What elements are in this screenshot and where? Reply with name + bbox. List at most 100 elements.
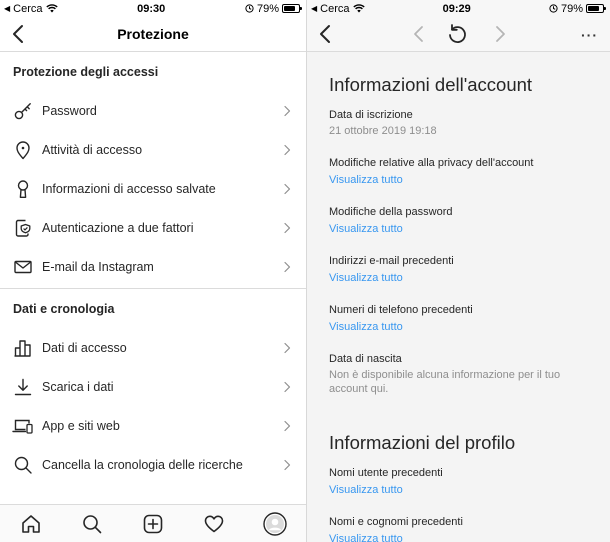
chevron-right-icon [282, 381, 292, 393]
settings-row-label: Attività di accesso [42, 142, 143, 157]
chevron-right-icon [282, 261, 292, 273]
settings-row[interactable]: Scarica i dati [0, 367, 306, 406]
settings-row-label: E-mail da Instagram [42, 259, 154, 274]
back-chevron-icon[interactable] [8, 23, 30, 45]
search-icon[interactable] [79, 511, 105, 537]
info-block: Indirizzi e-mail precedenti Visualizza tu… [329, 254, 590, 285]
settings-row-label: Cancella la cronologia delle ricerche [42, 457, 243, 472]
view-all-link[interactable]: Visualizza tutto [329, 173, 590, 187]
info-label: Numeri di telefono precedenti [329, 304, 473, 316]
view-all-link[interactable]: Visualizza tutto [329, 532, 590, 542]
info-label: Modifiche della password [329, 206, 453, 218]
chevron-right-icon [282, 342, 292, 354]
battery-icon [585, 4, 606, 13]
account-info-list: Data di iscrizione 21 ottobre 2019 19:18 M… [329, 108, 590, 396]
heart-icon[interactable] [201, 511, 227, 537]
browser-back-icon[interactable] [409, 24, 429, 44]
browser-toolbar: ··· [307, 17, 610, 52]
battery-percent: 79% [256, 2, 279, 15]
info-block: Modifiche della password Visualizza tutto [329, 205, 590, 236]
info-label: Nomi utente precedenti [329, 467, 443, 479]
tab-bar [0, 504, 306, 542]
profile-info-list: Nomi utente precedenti Visualizza tutto No… [329, 466, 590, 542]
info-block: Nomi utente precedenti Visualizza tutto [329, 466, 590, 497]
info-value: 21 ottobre 2019 19:18 [329, 125, 437, 137]
carrier-label: Cerca [13, 2, 43, 15]
chevron-right-icon [282, 105, 292, 117]
back-chevron-icon[interactable] [315, 23, 337, 45]
location-pin-icon [12, 139, 34, 161]
settings-row-label: App e siti web [42, 418, 120, 433]
view-all-link[interactable]: Visualizza tutto [329, 222, 590, 236]
envelope-icon [12, 256, 34, 278]
laptop-phone-icon [12, 415, 34, 437]
location-lock-icon [549, 4, 558, 13]
settings-row[interactable]: Cancella la cronologia delle ricerche [0, 445, 306, 484]
more-options-icon[interactable]: ··· [581, 27, 598, 43]
settings-row-label: Informazioni di accesso salvate [42, 181, 216, 196]
status-right: 79% [549, 2, 606, 15]
status-bar: ◀ Cerca 09:29 79% [307, 0, 610, 17]
info-block: Nomi e cognomi precedenti Visualizza tutt… [329, 515, 590, 542]
search-icon [12, 454, 34, 476]
back-to-app-arrow-icon[interactable]: ◀ [311, 4, 317, 13]
status-bar: ◀ Cerca 09:30 79% [0, 0, 306, 17]
chevron-right-icon [282, 144, 292, 156]
download-icon [12, 376, 34, 398]
nav-bar: Protezione [0, 17, 306, 52]
info-block: Numeri di telefono precedenti Visualizza … [329, 303, 590, 334]
wifi-icon [352, 4, 365, 13]
keyhole-icon [12, 178, 34, 200]
settings-row[interactable]: Autenticazione a due fattori [0, 208, 306, 247]
security-settings-screen: ◀ Cerca 09:30 79% Protezione Protezione … [0, 0, 306, 542]
reload-icon[interactable] [445, 22, 469, 46]
chevron-right-icon [282, 420, 292, 432]
back-to-app-arrow-icon[interactable]: ◀ [4, 4, 10, 13]
phone-shield-icon [12, 217, 34, 239]
key-icon [12, 100, 34, 122]
browser-forward-icon[interactable] [490, 24, 510, 44]
profile-info-heading: Informazioni del profilo [329, 432, 516, 453]
view-all-link[interactable]: Visualizza tutto [329, 483, 590, 497]
info-block: Data di iscrizione 21 ottobre 2019 19:18 [329, 108, 590, 138]
page-title: Protezione [117, 26, 189, 42]
info-label: Indirizzi e-mail precedenti [329, 255, 454, 267]
location-lock-icon [245, 4, 254, 13]
profile-avatar[interactable] [262, 511, 288, 537]
chevron-right-icon [282, 459, 292, 471]
status-right: 79% [245, 2, 302, 15]
clock: 09:30 [137, 2, 166, 15]
info-block: Data di nascita Non è disponibile alcuna … [329, 352, 590, 396]
home-icon[interactable] [18, 511, 44, 537]
view-all-link[interactable]: Visualizza tutto [329, 320, 590, 334]
settings-row-label: Dati di accesso [42, 340, 127, 355]
bar-chart-icon [12, 337, 34, 359]
settings-row[interactable]: Attività di accesso [0, 130, 306, 169]
wifi-icon [45, 4, 58, 13]
carrier-label: Cerca [320, 2, 350, 15]
settings-row[interactable]: Dati di accesso [0, 328, 306, 367]
settings-row[interactable]: Password [0, 91, 306, 130]
settings-list: Protezione degli accessi Password Attività… [0, 52, 306, 484]
status-left: ◀ Cerca [4, 3, 58, 15]
settings-row-label: Password [42, 103, 97, 118]
account-info-heading: Informazioni dell'account [329, 74, 533, 95]
info-label: Modifiche relative alla privacy dell'acc… [329, 157, 534, 169]
settings-row[interactable]: App e siti web [0, 406, 306, 445]
settings-row-label: Scarica i dati [42, 379, 114, 394]
clock: 09:29 [442, 2, 471, 15]
battery-icon [281, 4, 302, 13]
section-header: Protezione degli accessi [13, 64, 159, 79]
info-label: Data di nascita [329, 353, 402, 365]
status-left: ◀ Cerca [311, 3, 365, 15]
info-value: Non è disponibile alcuna informazione pe… [329, 369, 561, 395]
account-data-screen: ◀ Cerca 09:29 79% ··· Informazioni dell'… [306, 0, 610, 542]
info-label: Nomi e cognomi precedenti [329, 516, 463, 528]
view-all-link[interactable]: Visualizza tutto [329, 271, 590, 285]
add-post-icon[interactable] [140, 511, 166, 537]
settings-row-label: Autenticazione a due fattori [42, 220, 194, 235]
battery-percent: 79% [560, 2, 583, 15]
settings-row[interactable]: Informazioni di accesso salvate [0, 169, 306, 208]
section-header: Dati e cronologia [13, 301, 115, 316]
settings-row[interactable]: E-mail da Instagram [0, 247, 306, 286]
